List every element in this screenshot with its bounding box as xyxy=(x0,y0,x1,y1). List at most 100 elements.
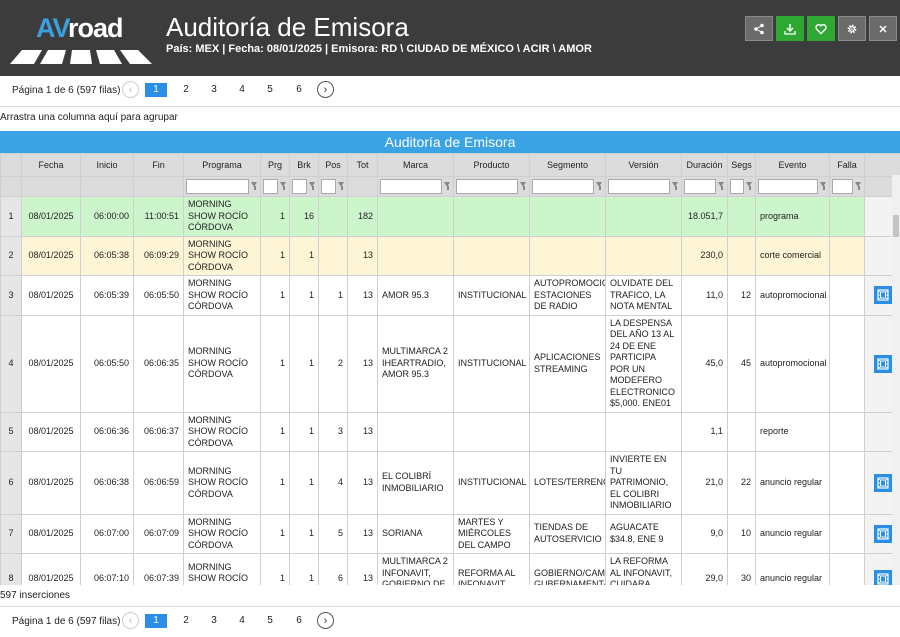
prev-page-button[interactable]: ‹ xyxy=(122,612,139,629)
cell-evento: anuncio regular xyxy=(755,553,830,585)
cell-version: INVIERTE EN TU PATRIMONIO, EL COLIBRI IN… xyxy=(605,451,682,515)
page-5-button[interactable]: 5 xyxy=(259,83,281,97)
filter-funnel-icon[interactable] xyxy=(444,182,451,191)
cell-brk: 1 xyxy=(289,411,319,452)
col-header-tot[interactable]: Tot xyxy=(347,153,378,177)
page-2-button[interactable]: 2 xyxy=(175,614,197,628)
filter-funnel-icon[interactable] xyxy=(520,182,527,191)
col-header-producto[interactable]: Producto xyxy=(453,153,530,177)
table-row[interactable]: 3 08/01/2025 06:05:39 06:05:50 MORNING SHOW … xyxy=(0,275,900,316)
filter-funnel-icon[interactable] xyxy=(251,182,258,191)
settings-button[interactable] xyxy=(838,16,866,41)
page-4-button[interactable]: 4 xyxy=(231,83,253,97)
filter-input-programa[interactable] xyxy=(186,179,249,194)
filter-input-duracion[interactable] xyxy=(684,179,716,194)
filter-row xyxy=(0,176,900,197)
col-header-programa[interactable]: Programa xyxy=(183,153,261,177)
page-1-button[interactable]: 1 xyxy=(145,83,167,97)
col-header-evento[interactable]: Evento xyxy=(755,153,830,177)
filter-funnel-icon[interactable] xyxy=(855,182,862,191)
filter-input-brk[interactable] xyxy=(292,179,307,194)
cell-producto: MARTES Y MIÉRCOLES DEL CAMPO xyxy=(453,513,530,554)
filter-funnel-icon[interactable] xyxy=(309,182,316,191)
play-video-button[interactable] xyxy=(873,570,892,585)
filter-input-producto[interactable] xyxy=(456,179,518,194)
share-button[interactable] xyxy=(745,16,773,41)
col-header-fin[interactable]: Fin xyxy=(133,153,184,177)
close-button[interactable] xyxy=(869,16,897,41)
filter-funnel-icon[interactable] xyxy=(820,182,827,191)
filter-funnel-icon[interactable] xyxy=(596,182,603,191)
filter-input-version[interactable] xyxy=(608,179,670,194)
cell-fecha: 08/01/2025 xyxy=(21,451,81,515)
page-3-button[interactable]: 3 xyxy=(203,83,225,97)
col-header-inicio[interactable]: Inicio xyxy=(80,153,134,177)
grid-title: Auditoría de Emisora xyxy=(0,131,900,153)
filter-input-evento[interactable] xyxy=(758,179,818,194)
cell-falla xyxy=(829,553,865,585)
filter-input-falla[interactable] xyxy=(832,179,853,194)
col-header-version[interactable]: Versión xyxy=(605,153,682,177)
col-header-falla[interactable]: Falla xyxy=(829,153,865,177)
filter-segs xyxy=(730,179,753,194)
filter-input-prg[interactable] xyxy=(263,179,278,194)
cell-falla xyxy=(829,411,865,452)
table-row[interactable]: 8 08/01/2025 06:07:10 06:07:39 MORNING SHOW … xyxy=(0,553,900,585)
cell-marca xyxy=(377,235,454,276)
group-panel-hint[interactable]: Arrastra una columna aquí para agrupar xyxy=(0,112,178,123)
col-header-fecha[interactable]: Fecha xyxy=(21,153,81,177)
page-1-button[interactable]: 1 xyxy=(145,614,167,628)
filter-funnel-icon[interactable] xyxy=(672,182,679,191)
vertical-scrollbar[interactable] xyxy=(892,175,900,585)
cell-segs xyxy=(727,411,756,452)
col-header-marca[interactable]: Marca xyxy=(377,153,454,177)
prev-page-button[interactable]: ‹ xyxy=(122,81,139,98)
filter-funnel-icon[interactable] xyxy=(746,182,753,191)
filter-input-pos[interactable] xyxy=(321,179,336,194)
table-row[interactable]: 5 08/01/2025 06:06:36 06:06:37 MORNING SHOW … xyxy=(0,411,900,452)
col-header-pos[interactable]: Pos xyxy=(318,153,348,177)
cell-segs: 10 xyxy=(727,513,756,554)
cell-duracion: 21,0 xyxy=(681,451,728,515)
filter-funnel-icon[interactable] xyxy=(718,182,725,191)
play-video-button[interactable] xyxy=(873,524,892,543)
favorite-button[interactable] xyxy=(807,16,835,41)
cell-pos xyxy=(318,196,348,237)
table-row[interactable]: 4 08/01/2025 06:05:50 06:06:35 MORNING SHOW … xyxy=(0,314,900,413)
cell-segmento xyxy=(529,196,606,237)
cell-marca xyxy=(377,411,454,452)
table-row[interactable]: 6 08/01/2025 06:06:38 06:06:59 MORNING SHOW … xyxy=(0,451,900,515)
page-4-button[interactable]: 4 xyxy=(231,614,253,628)
download-button[interactable] xyxy=(776,16,804,41)
filter-funnel-icon[interactable] xyxy=(280,182,287,191)
filter-input-segmento[interactable] xyxy=(532,179,594,194)
page-6-button[interactable]: 6 xyxy=(288,83,310,97)
cell-fin: 06:06:37 xyxy=(133,411,184,452)
filter-funnel-icon[interactable] xyxy=(338,182,345,191)
col-header-segs[interactable]: Segs xyxy=(727,153,756,177)
col-header-segmento[interactable]: Segmento xyxy=(529,153,606,177)
play-video-button[interactable] xyxy=(873,473,892,492)
page-5-button[interactable]: 5 xyxy=(259,614,281,628)
next-page-button[interactable]: › xyxy=(317,81,334,98)
filter-version xyxy=(608,179,679,194)
cell-marca xyxy=(377,196,454,237)
play-video-button[interactable] xyxy=(873,354,892,373)
col-header-duracion[interactable]: Duración xyxy=(681,153,728,177)
col-header-brk[interactable]: Brk xyxy=(289,153,319,177)
filter-input-segs[interactable] xyxy=(730,179,744,194)
filter-input-marca[interactable] xyxy=(380,179,442,194)
col-header-prg[interactable]: Prg xyxy=(260,153,290,177)
page-2-button[interactable]: 2 xyxy=(175,83,197,97)
table-row[interactable]: 2 08/01/2025 06:05:38 06:09:29 MORNING SHOW … xyxy=(0,235,900,276)
play-video-button[interactable] xyxy=(873,286,892,305)
next-page-button[interactable]: › xyxy=(317,612,334,629)
table-row[interactable]: 1 08/01/2025 06:00:00 11:00:51 MORNING SHOW … xyxy=(0,196,900,237)
table-row[interactable]: 7 08/01/2025 06:07:00 06:07:09 MORNING SHOW … xyxy=(0,513,900,554)
page-3-button[interactable]: 3 xyxy=(203,614,225,628)
cell-segmento: AUTOPROMOCIONES ESTACIONES DE RADIO xyxy=(529,275,606,316)
cell-fecha: 08/01/2025 xyxy=(21,235,81,276)
scrollbar-thumb[interactable] xyxy=(893,215,899,237)
page-6-button[interactable]: 6 xyxy=(288,614,310,628)
cell-brk: 1 xyxy=(289,314,319,413)
